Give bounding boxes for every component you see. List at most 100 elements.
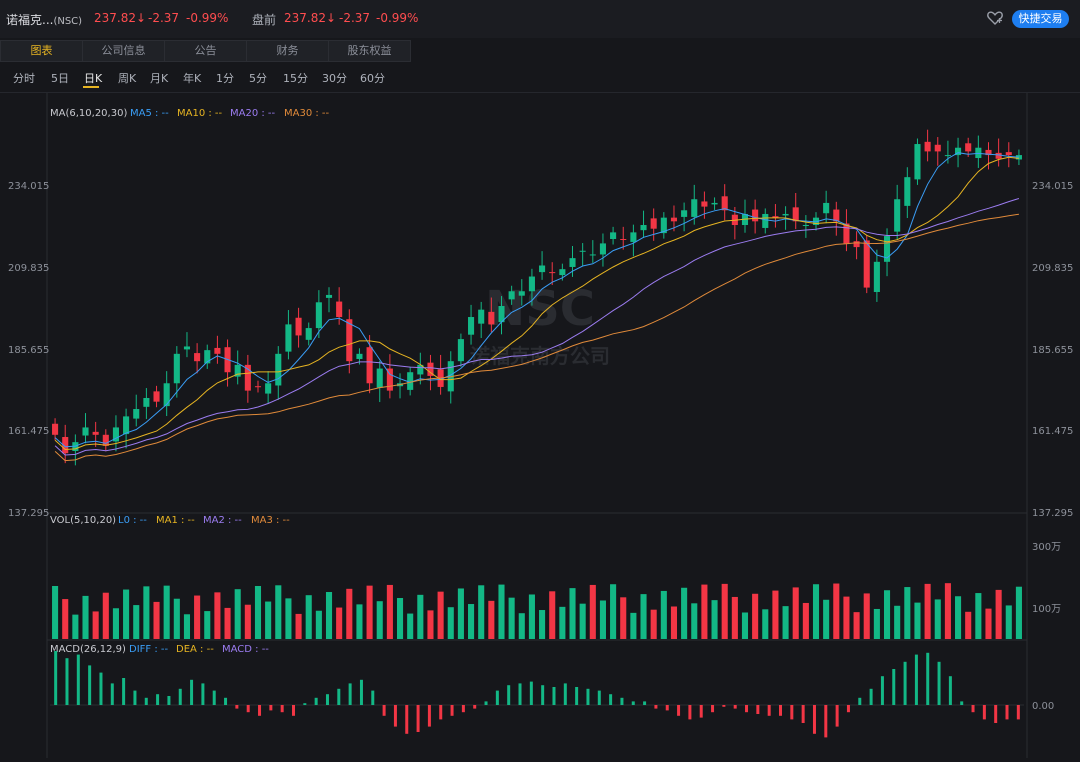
volume-bar: [985, 608, 992, 639]
macd-bar: [903, 661, 907, 705]
volume-bar: [407, 613, 414, 639]
macd-bar: [779, 705, 782, 716]
period-5day[interactable]: 5日: [51, 70, 69, 86]
macd-bar: [280, 705, 284, 713]
volume-bar: [82, 595, 89, 639]
macd-bar: [439, 705, 443, 720]
heart-outline-icon[interactable]: [986, 9, 1004, 27]
volume-bar: [975, 593, 982, 639]
kline-chart[interactable]: NSC 诺福克南方公司 MA(6,10,20,30) MA5 : -- MA10…: [0, 93, 1080, 758]
volume-bar: [711, 600, 718, 639]
macd-bar: [869, 688, 873, 705]
candle-body: [670, 217, 678, 222]
volume-bar: [437, 591, 444, 639]
volume-bar: [386, 584, 393, 639]
macd-histogram: [50, 651, 1024, 738]
macd-bar: [224, 697, 228, 705]
price-tick-right-5: 137.295: [1032, 508, 1073, 519]
period-60min[interactable]: 60分: [360, 70, 385, 86]
macd-bar: [790, 705, 794, 720]
period-weekly[interactable]: 周K: [118, 70, 136, 86]
macd-bar: [144, 697, 148, 705]
price-tick-left-2: 209.835: [8, 263, 49, 274]
macd-bar: [914, 654, 918, 705]
volume-bar: [488, 600, 495, 639]
macd-bar: [756, 705, 760, 714]
candle-body: [863, 240, 870, 288]
candle-body: [701, 201, 708, 207]
volume-bar: [396, 598, 404, 639]
volume-bar: [610, 584, 617, 639]
tab-company-info[interactable]: 公司信息: [82, 40, 165, 62]
candle-body: [102, 434, 109, 446]
price-tick-right-2: 209.835: [1032, 263, 1073, 274]
volume-bar: [163, 585, 170, 639]
tab-announcements[interactable]: 公告: [164, 40, 247, 62]
macd-diff-label: DIFF : --: [129, 644, 168, 655]
macd-bar: [65, 658, 69, 705]
volume-bar: [478, 585, 485, 639]
macd-bar: [314, 697, 318, 705]
candle-body: [285, 324, 292, 352]
candle-body: [823, 202, 830, 214]
macd-bar: [178, 688, 182, 705]
candle-body: [123, 416, 130, 435]
volume-bar: [457, 588, 464, 639]
candle-body: [539, 265, 546, 273]
period-30min[interactable]: 30分: [322, 70, 347, 86]
volume-bar: [468, 604, 475, 639]
macd-bar: [201, 683, 205, 705]
active-period-underline: [83, 86, 99, 88]
volume-bar: [295, 613, 302, 639]
volume-bar: [1015, 586, 1022, 639]
macd-bar: [473, 705, 477, 709]
tab-shareholder-equity[interactable]: 股东权益: [328, 40, 411, 62]
period-monthly[interactable]: 月K: [150, 70, 168, 86]
volume-bar: [894, 605, 901, 639]
tab-financials[interactable]: 财务: [246, 40, 329, 62]
price-tick-right-4: 161.475: [1032, 426, 1073, 437]
volume-bar: [650, 609, 657, 639]
volume-bar: [873, 608, 880, 639]
macd-bar: [994, 705, 998, 723]
period-intraday[interactable]: 分时: [13, 70, 35, 86]
period-yearly[interactable]: 年K: [183, 70, 201, 86]
candle-body: [518, 291, 525, 296]
macd-bar: [110, 683, 114, 705]
period-daily[interactable]: 日K: [84, 70, 102, 86]
volume-bar: [52, 586, 59, 639]
macd-bar: [1016, 705, 1020, 720]
price-tick-left-1: 234.015: [8, 181, 49, 192]
candle-body: [620, 238, 627, 240]
candle-body: [478, 309, 485, 324]
ma5-label: MA5 : --: [130, 108, 169, 119]
period-15min[interactable]: 15分: [283, 70, 308, 86]
volume-bar: [305, 595, 312, 639]
price-tick-left-4: 161.475: [8, 426, 49, 437]
macd-bar: [688, 705, 692, 720]
volume-bar: [792, 587, 799, 639]
candle-body: [559, 269, 566, 276]
candle-body: [133, 409, 140, 419]
candle-body: [366, 347, 373, 384]
volume-bar: [802, 602, 809, 639]
chart-area[interactable]: NSC 诺福克南方公司 MA(6,10,20,30) MA5 : -- MA10…: [0, 92, 1080, 758]
volume-bar: [153, 601, 160, 639]
candle-body: [163, 383, 170, 407]
candle-body: [965, 143, 972, 152]
candle-body: [630, 232, 637, 242]
period-5min[interactable]: 5分: [249, 70, 267, 86]
volume-bar: [214, 592, 221, 639]
volume-bar: [955, 596, 962, 639]
price-tick-right-3: 185.655: [1032, 345, 1073, 356]
candle-body: [975, 147, 982, 159]
candle-body: [376, 368, 383, 388]
quick-trade-button[interactable]: 快捷交易: [1012, 10, 1069, 28]
macd-bar: [359, 679, 363, 705]
volume-bar: [123, 589, 130, 639]
candle-body: [407, 372, 414, 390]
macd-bar: [269, 705, 273, 711]
tab-chart[interactable]: 图表: [0, 40, 83, 62]
vol-panel-label: VOL(5,10,20): [50, 515, 116, 526]
period-1min[interactable]: 1分: [216, 70, 234, 86]
